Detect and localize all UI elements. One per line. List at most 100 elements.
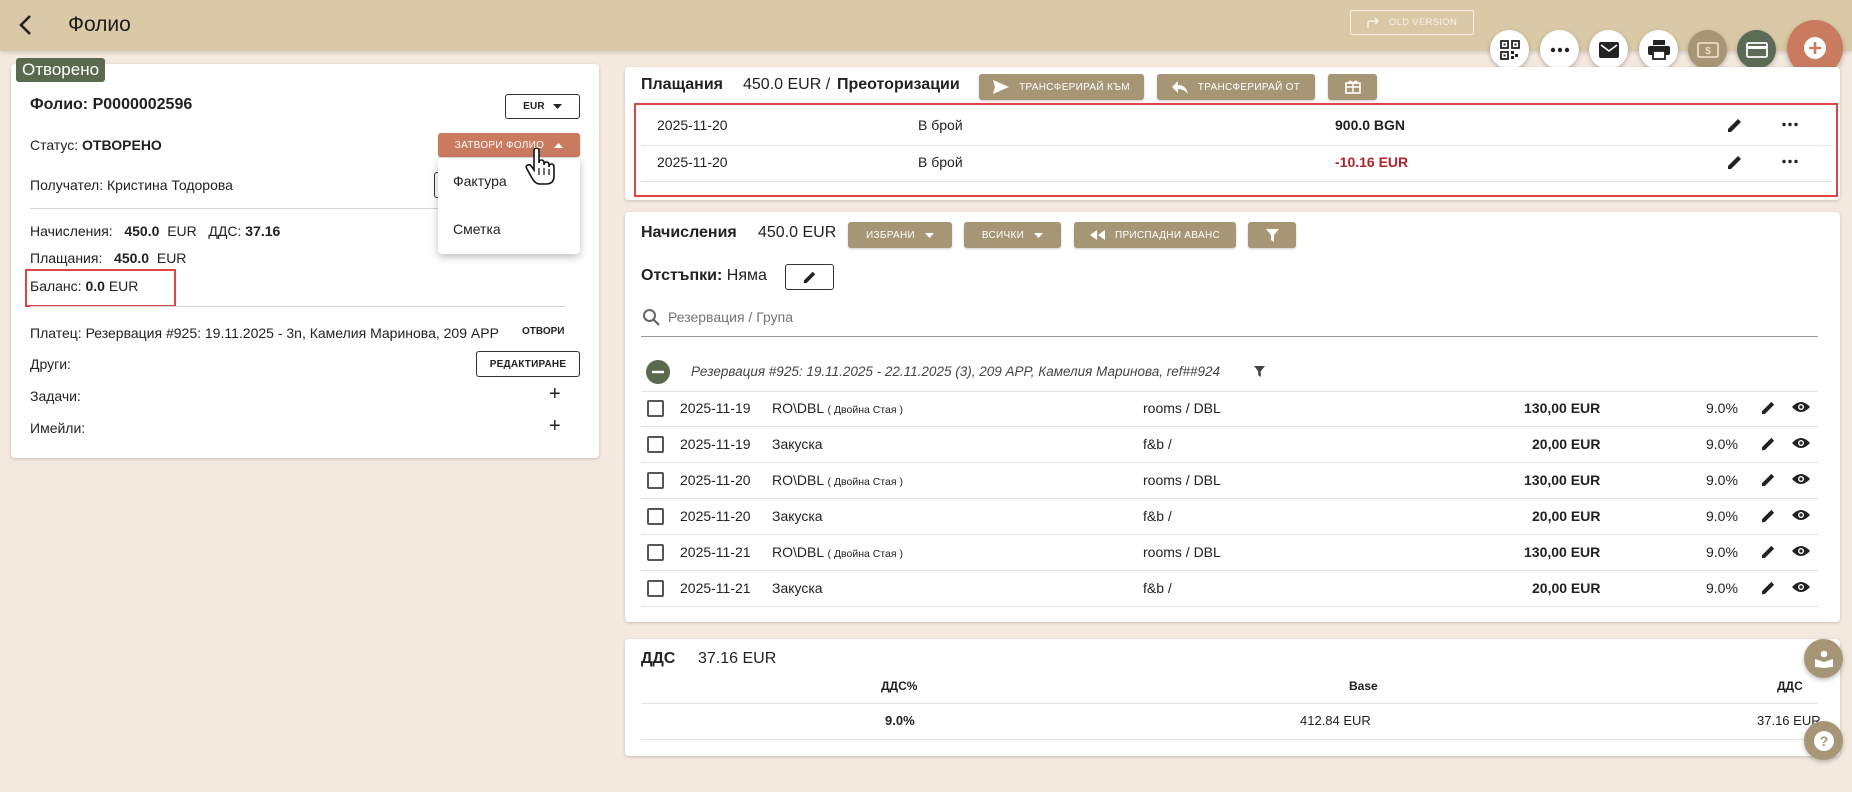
discounts-value: Няма <box>726 267 767 284</box>
more-horizontal-icon[interactable] <box>1782 159 1798 164</box>
payment-amount: -10.16 EUR <box>1335 154 1409 170</box>
pencil-icon[interactable] <box>1761 472 1776 487</box>
more-horizontal-icon <box>1550 47 1569 52</box>
card-button[interactable] <box>1737 30 1776 69</box>
rewind-icon <box>1089 230 1105 240</box>
eye-icon[interactable] <box>1792 401 1810 413</box>
cash-icon: $ <box>1696 41 1719 58</box>
charges-value: 450.0 <box>124 223 160 239</box>
row-divider <box>641 534 1818 535</box>
charge-sub: ( Двойна Стая ) <box>827 476 903 488</box>
guide-button[interactable] <box>1804 639 1843 678</box>
reauthorizations-link[interactable]: Преоторизации <box>837 76 960 94</box>
charge-amount: 20,00 EUR <box>1532 436 1601 452</box>
back-button[interactable] <box>12 12 38 38</box>
email-button[interactable] <box>1589 30 1628 69</box>
charge-vat: 9.0% <box>1706 544 1738 560</box>
vat-col-rate: ДДС% <box>881 679 918 693</box>
cash-button[interactable]: $ <box>1688 30 1727 69</box>
charge-desc: Закуска <box>772 508 823 524</box>
row-checkbox[interactable] <box>647 544 664 561</box>
dropdown-item-invoice[interactable]: Фактура <box>453 173 507 189</box>
more-options-button[interactable] <box>1540 30 1579 69</box>
row-checkbox[interactable] <box>647 400 664 417</box>
eye-icon[interactable] <box>1792 437 1810 449</box>
payments-amount: 450.0 EUR / <box>743 76 831 93</box>
row-divider <box>641 498 1818 499</box>
reservation-search-input[interactable] <box>668 304 1818 330</box>
print-button[interactable] <box>1639 30 1678 69</box>
charge-category: rooms / DBL <box>1143 400 1221 416</box>
charge-category: rooms / DBL <box>1143 544 1221 560</box>
status-value: ОТВОРЕНО <box>82 137 162 153</box>
svg-text:$: $ <box>1705 46 1711 57</box>
edit-others-button[interactable]: РЕДАКТИРАНЕ <box>476 351 580 377</box>
eye-icon[interactable] <box>1792 545 1810 557</box>
row-divider <box>641 426 1818 427</box>
all-label: ВСИЧКИ <box>981 229 1025 241</box>
gift-button[interactable] <box>1328 74 1377 100</box>
help-button[interactable]: ? <box>1804 721 1843 760</box>
old-version-button[interactable]: OLD VERSION <box>1350 10 1474 35</box>
row-divider <box>641 391 1818 392</box>
charge-desc: RO\DBL ( Двойна Стая ) <box>772 544 903 560</box>
more-horizontal-icon[interactable] <box>1782 122 1798 127</box>
row-checkbox[interactable] <box>647 580 664 597</box>
selected-button[interactable]: ИЗБРАНИ <box>848 222 952 248</box>
qr-code-button[interactable] <box>1490 30 1529 69</box>
row-checkbox[interactable] <box>647 472 664 489</box>
collapse-group-icon[interactable] <box>646 360 670 384</box>
currency-value: EUR <box>523 101 545 112</box>
pencil-icon[interactable] <box>1761 400 1776 415</box>
qr-code-icon <box>1499 39 1520 60</box>
edit-discounts-button[interactable] <box>785 264 834 290</box>
charge-date: 2025-11-21 <box>680 580 751 596</box>
page-title: Фолио <box>68 13 131 36</box>
payments-summary: Плащания: 450.0 EUR <box>30 250 187 266</box>
filter-button[interactable] <box>1248 222 1296 248</box>
credit-card-icon <box>1745 41 1768 58</box>
close-folio-button[interactable]: ЗАТВОРИ ФОЛИО <box>438 133 580 157</box>
pencil-icon[interactable] <box>1761 544 1776 559</box>
emails-label: Имейли: <box>30 420 86 436</box>
filter-icon[interactable] <box>1254 366 1265 377</box>
transfer-from-button[interactable]: ТРАНСФЕРИРАЙ ОТ <box>1157 74 1315 100</box>
charge-desc: RO\DBL ( Двойна Стая ) <box>772 472 903 488</box>
pencil-icon[interactable] <box>1761 508 1776 523</box>
send-icon <box>993 80 1010 94</box>
book-reader-icon <box>1814 650 1833 668</box>
transfer-to-label: ТРАНСФЕРИРАЙ КЪМ <box>1019 81 1130 93</box>
mail-icon <box>1598 41 1619 58</box>
printer-icon <box>1647 39 1670 60</box>
charge-desc: Закуска <box>772 580 823 596</box>
add-email-button[interactable]: + <box>549 415 561 438</box>
eye-icon[interactable] <box>1792 581 1810 593</box>
open-reservation-link[interactable]: ОТВОРИ <box>522 326 565 337</box>
payer-value: Резервация #925: 19.11.2025 - 3n, Камели… <box>85 325 499 341</box>
pencil-icon[interactable] <box>1761 580 1776 595</box>
pencil-icon[interactable] <box>1727 154 1743 170</box>
pencil-icon[interactable] <box>1761 436 1776 451</box>
row-checkbox[interactable] <box>647 508 664 525</box>
svg-text:?: ? <box>1819 733 1828 749</box>
search-icon <box>643 309 660 326</box>
all-button[interactable]: ВСИЧКИ <box>964 222 1061 248</box>
charge-vat: 9.0% <box>1706 472 1738 488</box>
eye-icon[interactable] <box>1792 473 1810 485</box>
charge-desc: RO\DBL ( Двойна Стая ) <box>772 400 903 416</box>
charges-summary: Начисления: 450.0 EUR ДДС: 37.16 <box>30 223 281 239</box>
charge-vat: 9.0% <box>1706 508 1738 524</box>
pencil-icon[interactable] <box>1727 117 1743 133</box>
deduct-advance-button[interactable]: ПРИСПАДНИ АВАНС <box>1074 222 1236 248</box>
eye-icon[interactable] <box>1792 509 1810 521</box>
transfer-to-button[interactable]: ТРАНСФЕРИРАЙ КЪМ <box>979 74 1144 100</box>
currency-select[interactable]: EUR <box>505 94 580 119</box>
deduct-advance-label: ПРИСПАДНИ АВАНС <box>1114 229 1221 241</box>
row-checkbox[interactable] <box>647 436 664 453</box>
charge-sub: ( Двойна Стая ) <box>827 404 903 416</box>
status-row: Статус: ОТВОРЕНО <box>30 137 162 153</box>
others-label: Други: <box>30 356 71 372</box>
add-task-button[interactable]: + <box>549 383 561 406</box>
charge-date: 2025-11-20 <box>680 508 751 524</box>
dropdown-item-bill[interactable]: Сметка <box>453 221 501 237</box>
